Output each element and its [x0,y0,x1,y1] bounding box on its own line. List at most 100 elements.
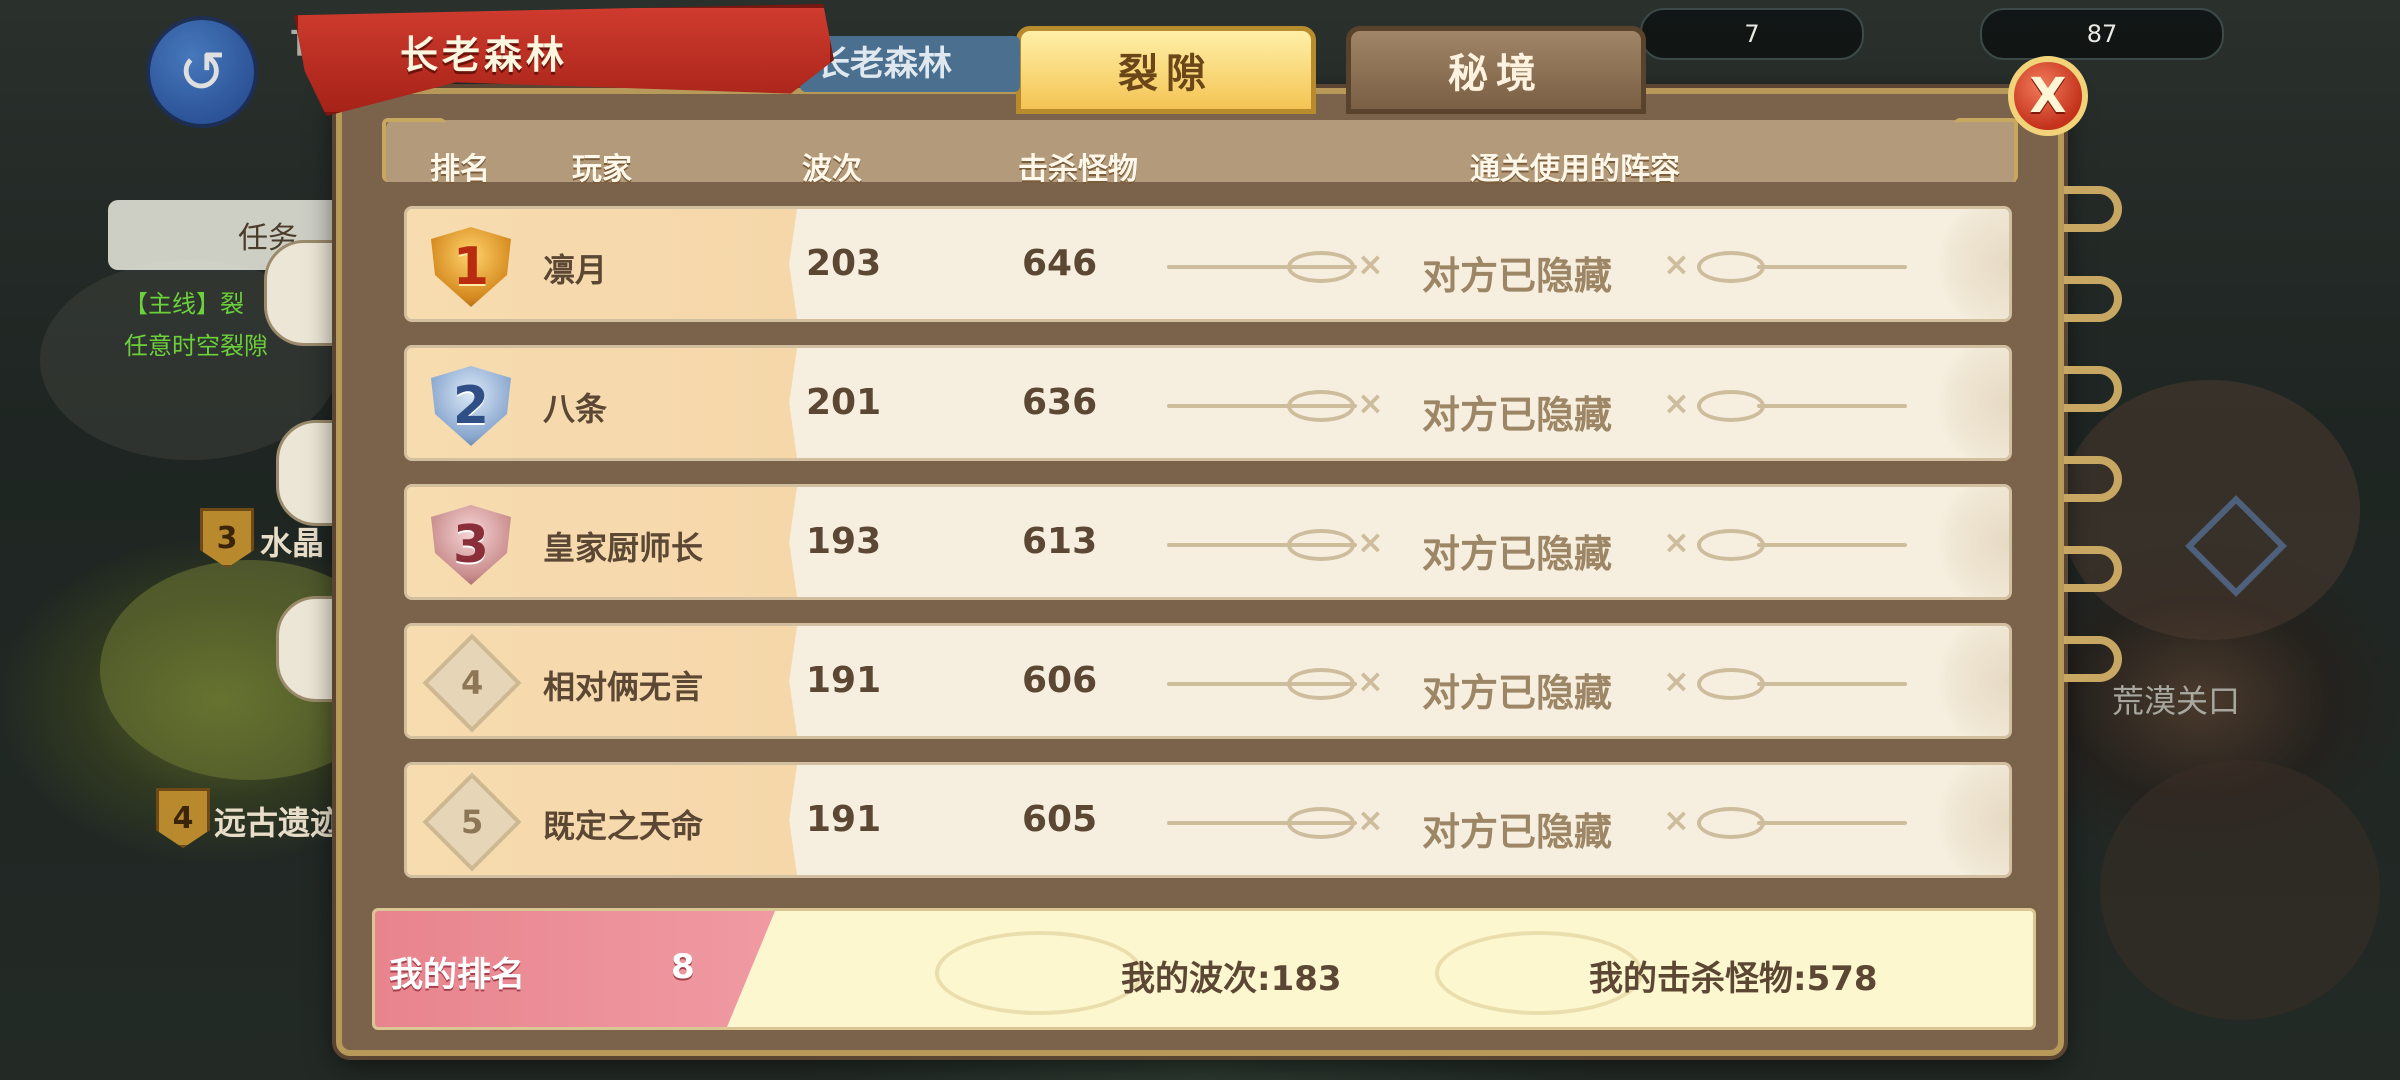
ornament-line-right [1757,682,1907,686]
hud-resource-2-value: 87 [2086,20,2118,48]
close-icon: X [2029,68,2067,124]
my-rank-footer: 我的排名 8 我的波次:183 我的击杀怪物:578 [372,908,2036,1030]
rank-number: 1 [452,237,490,297]
kills-value: 646 [1022,243,1098,284]
my-kills: 我的击杀怪物:578 [1589,959,1878,999]
side-label-ancient-ruins[interactable]: 远古遗迹 [214,798,342,844]
wave-value: 193 [806,521,882,562]
close-button[interactable]: X [2008,56,2088,136]
ornament-x-icon: × [1663,245,1690,283]
ornament-loop-icon [1697,807,1765,839]
tab-rift-label: 裂隙 [1118,51,1214,97]
leaderboard-row-3[interactable]: 3 皇家厨师长 193 613 × 对方已隐藏 × [404,484,2012,600]
bg-rock [2060,380,2360,640]
col-header-rank: 排名 [430,152,490,187]
kills-value: 636 [1022,382,1098,423]
hud-resource-2: 87 [1980,8,2224,60]
player-name: 相对俩无言 [543,668,704,706]
ornament-x-icon: × [1357,523,1384,561]
my-wave: 我的波次:183 [1121,959,1342,999]
ornament-loop-icon [1287,529,1355,561]
wave-value: 201 [806,382,882,423]
player-name: 八条 [543,390,608,428]
ornament-x-icon: × [1357,245,1384,283]
ornament-loop-icon [1287,668,1355,700]
leaderboard-row-2[interactable]: 2 八条 201 636 × 对方已隐藏 × [404,345,2012,461]
rank-number: 5 [460,802,484,841]
hud-resource-1-value: 7 [1744,20,1760,48]
col-header-wave: 波次 [802,152,862,187]
lineup-hidden-text: 对方已隐藏 [1422,254,1613,298]
scroll-pin [264,240,340,346]
world-back-button[interactable]: ↺ [146,16,258,128]
lineup-hidden-text: 对方已隐藏 [1422,393,1613,437]
footer-ornament [935,931,1143,1015]
tab-rift[interactable]: 裂隙 [1016,26,1316,114]
binder-ring [2064,456,2122,502]
ornament-loop-icon [1287,390,1355,422]
ornament-x-icon: × [1663,384,1690,422]
tab-secret-realm[interactable]: 秘境 [1346,26,1646,114]
ornament-x-icon: × [1357,801,1384,839]
ornament-loop-icon [1287,251,1355,283]
binder-ring [2064,546,2122,592]
ornament-x-icon: × [1663,523,1690,561]
my-rank-value: 8 [671,947,695,987]
ornament-x-icon: × [1357,662,1384,700]
ornament-line-right [1757,821,1907,825]
player-name: 既定之天命 [543,807,704,845]
lineup-hidden-text: 对方已隐藏 [1422,810,1613,854]
kills-value: 606 [1022,660,1098,701]
player-name: 凛月 [543,251,608,289]
wave-value: 203 [806,243,882,284]
ornament-x-icon: × [1357,384,1384,422]
row-corner-decoration [1919,765,2009,875]
rank-number: 3 [452,515,490,575]
tab-secret-realm-label: 秘境 [1448,51,1544,97]
leaderboard-row-1[interactable]: 1 凛月 203 646 × 对方已隐藏 × [404,206,2012,322]
quest-line-1: 【主线】裂 [124,290,244,318]
bg-rock [2100,760,2380,1020]
ornament-loop-icon [1697,390,1765,422]
kills-value: 605 [1022,799,1098,840]
ornament-loop-icon [1697,529,1765,561]
col-header-kills: 击杀怪物 [1018,152,1138,187]
ornament-line-right [1757,543,1907,547]
rank-number: 4 [460,663,484,702]
wave-value: 191 [806,799,882,840]
quest-line-2: 任意时空裂隙 [124,332,268,360]
leaderboard-row-5[interactable]: 5 既定之天命 191 605 × 对方已隐藏 × [404,762,2012,878]
col-header-player: 玩家 [572,152,632,187]
corner-ornament [1954,118,2018,182]
player-name: 皇家厨师长 [543,529,704,567]
page-title: 长老森林 [400,33,569,77]
leaderboard-row-4[interactable]: 4 相对俩无言 191 606 × 对方已隐藏 × [404,623,2012,739]
ornament-loop-icon [1697,251,1765,283]
side-badge-number: 3 [216,520,238,556]
wave-value: 191 [806,660,882,701]
binder-ring [2064,366,2122,412]
row-corner-decoration [1919,626,2009,736]
lineup-hidden-text: 对方已隐藏 [1422,532,1613,576]
row-corner-decoration [1919,348,2009,458]
ornament-line-right [1757,404,1907,408]
binder-ring [2064,186,2122,232]
lineup-hidden-text: 对方已隐藏 [1422,671,1613,715]
side-badge-number: 4 [172,800,194,836]
row-corner-decoration [1919,209,2009,319]
binder-ring [2064,636,2122,682]
ornament-x-icon: × [1663,801,1690,839]
rank-number: 2 [452,376,490,436]
hud-resource-1: 7 [1640,8,1864,60]
binder-ring [2064,276,2122,322]
map-location-label: 荒漠关口 [2112,682,2241,720]
ornament-loop-icon [1287,807,1355,839]
kills-value: 613 [1022,521,1098,562]
row-corner-decoration [1919,487,2009,597]
col-header-lineup: 通关使用的阵容 [1470,152,1680,187]
ornament-loop-icon [1697,668,1765,700]
ribbon-subtitle-behind: 长老森林 [800,36,1020,92]
ornament-line-right [1757,265,1907,269]
my-rank-label: 我的排名 [389,955,525,995]
ornament-x-icon: × [1663,662,1690,700]
